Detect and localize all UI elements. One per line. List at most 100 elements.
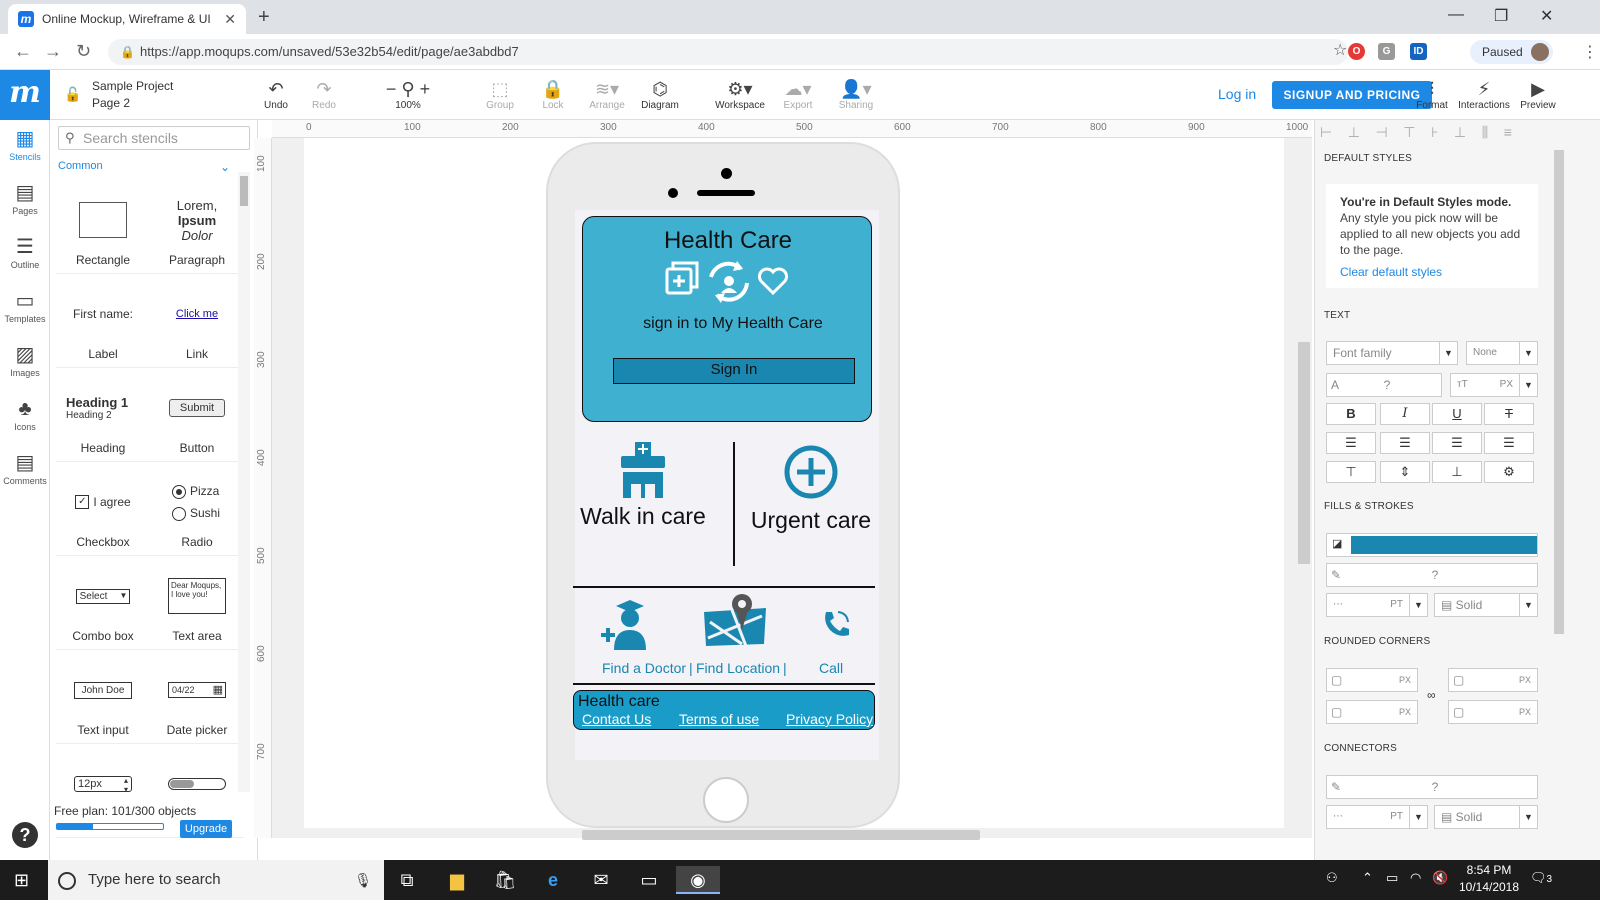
chrome-icon[interactable]: ◉ bbox=[676, 866, 720, 894]
contact-us-link[interactable]: Contact Us bbox=[582, 711, 651, 727]
align-bottom-icon[interactable]: ⊥ bbox=[1454, 124, 1466, 140]
stencils-scroll-thumb[interactable] bbox=[240, 176, 248, 206]
microphone-icon[interactable]: 🎙 bbox=[354, 860, 372, 900]
terminal-icon[interactable]: ▭ bbox=[634, 866, 664, 894]
stroke-width-field[interactable]: ⋯ PT ▼ bbox=[1326, 593, 1428, 617]
rail-images[interactable]: ▨ Images bbox=[0, 342, 50, 378]
distribute-vertical-icon[interactable]: ≡ bbox=[1504, 124, 1512, 140]
stencil-link[interactable]: Click me Link bbox=[150, 274, 244, 368]
diagram-button[interactable]: ⌬ Diagram bbox=[632, 78, 688, 111]
sharing-button[interactable]: 👤▾ Sharing bbox=[828, 78, 884, 111]
stencil-radio[interactable]: Pizza Sushi Radio bbox=[150, 462, 244, 556]
bold-button[interactable]: B bbox=[1326, 403, 1376, 425]
new-tab-button[interactable]: + bbox=[258, 6, 270, 29]
align-text-right-button[interactable]: ☰ bbox=[1432, 432, 1482, 454]
task-view-icon[interactable]: ⧉ bbox=[392, 866, 422, 894]
align-top-icon[interactable]: ⊤ bbox=[1403, 124, 1415, 140]
underline-button[interactable]: U bbox=[1432, 403, 1482, 425]
stencil-heading[interactable]: Heading 1 Heading 2 Heading bbox=[56, 368, 150, 462]
wifi-icon[interactable]: ◠ bbox=[1410, 870, 1421, 886]
connector-color-field[interactable]: ✎? bbox=[1326, 775, 1538, 799]
rail-stencils[interactable]: ▦ Stencils bbox=[0, 126, 50, 162]
call-link[interactable]: Call bbox=[819, 660, 843, 676]
stencil-text-input[interactable]: John Doe Text input bbox=[56, 650, 150, 744]
workspace-button[interactable]: ⚙▾ Workspace bbox=[712, 78, 768, 111]
valign-middle-button[interactable]: ⇕ bbox=[1380, 461, 1430, 483]
minimize-icon[interactable]: — bbox=[1448, 6, 1464, 24]
stencil-label[interactable]: First name: Label bbox=[56, 274, 150, 368]
close-window-icon[interactable]: ✕ bbox=[1540, 6, 1553, 26]
file-explorer-icon[interactable]: ▆ bbox=[442, 866, 472, 894]
distribute-icon[interactable]: ⫼ bbox=[1482, 124, 1488, 140]
stencil-checkbox[interactable]: ✓ I agree Checkbox bbox=[56, 462, 150, 556]
stencil-rectangle[interactable]: Rectangle bbox=[56, 180, 150, 274]
opera-extension-icon[interactable]: O bbox=[1348, 43, 1365, 60]
find-location-link[interactable]: Find Location bbox=[696, 660, 780, 676]
grammarly-extension-icon[interactable]: G bbox=[1378, 43, 1395, 60]
upgrade-button[interactable]: Upgrade bbox=[180, 820, 232, 838]
mail-icon[interactable]: ✉ bbox=[586, 866, 616, 894]
valign-top-button[interactable]: ⊤ bbox=[1326, 461, 1376, 483]
lock-button[interactable]: 🔒 Lock bbox=[525, 78, 581, 111]
maximize-icon[interactable]: ❐ bbox=[1494, 6, 1508, 26]
people-icon[interactable]: ⚇ bbox=[1326, 870, 1338, 886]
interactions-button[interactable]: ⚡ Interactions bbox=[1456, 78, 1512, 111]
justify-text-button[interactable]: ☰ bbox=[1484, 432, 1534, 454]
edge-icon[interactable]: e bbox=[538, 866, 568, 894]
reload-icon[interactable]: ↻ bbox=[76, 41, 91, 62]
connector-style-select[interactable]: ▤ Solid ▼ bbox=[1434, 805, 1538, 829]
stencils-scrollbar[interactable] bbox=[238, 172, 250, 792]
align-left-icon[interactable]: ⊢ bbox=[1320, 124, 1332, 140]
forward-icon[interactable]: → bbox=[44, 41, 62, 62]
store-icon[interactable]: 🛍 bbox=[490, 866, 520, 894]
clear-default-styles-link[interactable]: Clear default styles bbox=[1340, 264, 1524, 280]
category-dropdown[interactable]: Common bbox=[58, 160, 103, 172]
stencil-combo-box[interactable]: Select ▼ Combo box bbox=[56, 556, 150, 650]
redo-button[interactable]: ↷ Redo bbox=[296, 78, 352, 111]
rail-outline[interactable]: ☰ Outline bbox=[0, 234, 50, 270]
align-center-icon[interactable]: ⊥ bbox=[1348, 124, 1360, 140]
url-field[interactable]: 🔒 https://app.moqups.com/unsaved/53e32b5… bbox=[108, 39, 1348, 65]
stencil-paragraph[interactable]: Lorem, Ipsum Dolor Paragraph bbox=[150, 180, 244, 274]
taskbar-search[interactable]: Type here to search 🎙 bbox=[48, 860, 384, 900]
corner-top-right-field[interactable]: ▢ PX bbox=[1448, 668, 1538, 692]
rail-pages[interactable]: ▤ Pages bbox=[0, 180, 50, 216]
moqups-logo[interactable]: m bbox=[0, 70, 50, 120]
back-icon[interactable]: ← bbox=[14, 41, 32, 62]
chevron-down-icon[interactable]: ⌄ bbox=[220, 160, 230, 174]
stencil-button[interactable]: Submit Button bbox=[150, 368, 244, 462]
text-settings-gear-icon[interactable]: ⚙ bbox=[1484, 461, 1534, 483]
arrange-button[interactable]: ≋▾ Arrange bbox=[579, 78, 635, 111]
help-icon[interactable]: ? bbox=[12, 822, 38, 848]
font-size-field[interactable]: ᴛT PX ▼ bbox=[1450, 373, 1538, 397]
sign-in-button[interactable]: Sign In bbox=[613, 358, 855, 384]
align-text-center-button[interactable]: ☰ bbox=[1380, 432, 1430, 454]
project-info[interactable]: Sample Project Page 2 bbox=[92, 78, 173, 112]
align-middle-icon[interactable]: ⊦ bbox=[1431, 124, 1438, 140]
corner-bottom-right-field[interactable]: ▢ PX bbox=[1448, 700, 1538, 724]
format-button[interactable]: ⫶ Format bbox=[1404, 78, 1460, 111]
text-color-field[interactable]: A? bbox=[1326, 373, 1442, 397]
fill-color-field[interactable]: ◪ bbox=[1326, 533, 1538, 557]
profile-paused-button[interactable]: Paused bbox=[1470, 40, 1553, 64]
connector-width-field[interactable]: ⋯ PT ▼ bbox=[1326, 805, 1428, 829]
format-panel-scrollbar[interactable] bbox=[1554, 150, 1564, 634]
network-icon[interactable]: ▭ bbox=[1386, 870, 1398, 886]
corner-bottom-left-field[interactable]: ▢ PX bbox=[1326, 700, 1418, 724]
strikethrough-button[interactable]: T bbox=[1484, 403, 1534, 425]
browser-tab[interactable]: m Online Mockup, Wireframe & UI ✕ bbox=[8, 4, 246, 34]
align-text-left-button[interactable]: ☰ bbox=[1326, 432, 1376, 454]
zoom-control[interactable]: − ⚲ +100% bbox=[380, 78, 436, 111]
italic-button[interactable]: I bbox=[1380, 403, 1430, 425]
terms-of-use-link[interactable]: Terms of use bbox=[679, 711, 759, 727]
font-family-select[interactable]: Font family ▼ bbox=[1326, 341, 1458, 365]
stroke-color-field[interactable]: ✎? bbox=[1326, 563, 1538, 587]
find-doctor-link[interactable]: Find a Doctor bbox=[602, 660, 686, 676]
menu-kebab-icon[interactable]: ⋮ bbox=[1582, 42, 1598, 62]
urgent-care-card[interactable]: Urgent care bbox=[740, 444, 882, 534]
rail-comments[interactable]: ▤ Comments bbox=[0, 450, 50, 486]
notifications-icon[interactable]: 🗨3 bbox=[1530, 870, 1552, 886]
privacy-policy-link[interactable]: Privacy Policy bbox=[786, 711, 873, 727]
walk-in-care-card[interactable]: Walk in care bbox=[575, 440, 711, 530]
group-button[interactable]: ⬚ Group bbox=[472, 78, 528, 111]
